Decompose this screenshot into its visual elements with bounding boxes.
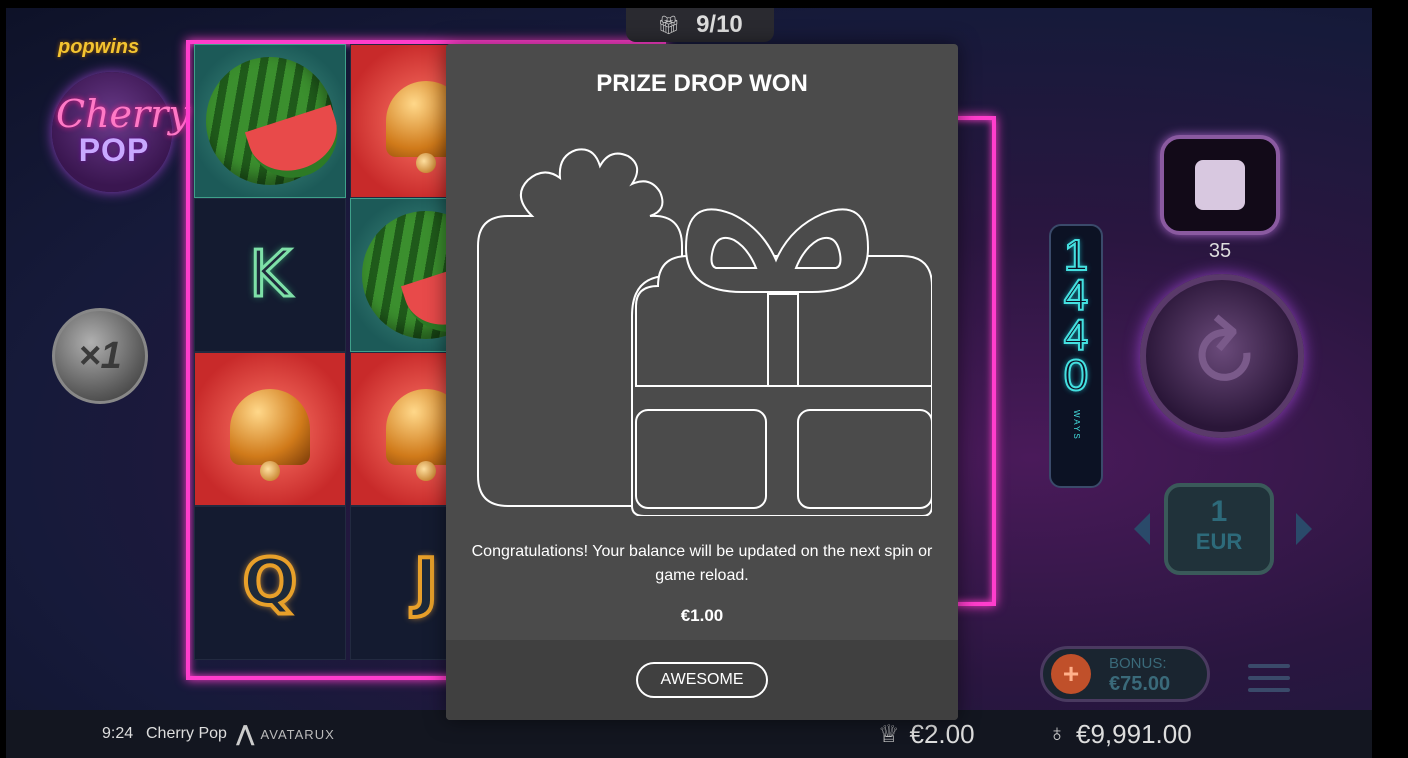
dialog-title: PRIZE DROP WON	[596, 70, 808, 97]
ways-label: WAYS	[1072, 410, 1081, 441]
provider-icon: ⋀	[236, 721, 255, 746]
game-stage: popwins Cherry POP K Q J ×1 1 4 4 0 WAYS…	[6, 8, 1372, 758]
win-amount: €2.00	[909, 718, 975, 749]
autoplay-stop-button[interactable]	[1160, 135, 1280, 235]
ways-meter: 1 4 4 0 WAYS	[1049, 224, 1103, 488]
trophy-icon: ♕	[878, 720, 900, 748]
spin-arrow-icon: ↻	[1163, 296, 1281, 416]
multiplier-coin: ×1	[52, 308, 148, 404]
game-logo: popwins Cherry POP	[52, 20, 190, 192]
bonus-label: BONUS:	[1109, 655, 1167, 672]
reel-cell-watermelon	[194, 44, 346, 198]
prize-amount: €1.00	[680, 606, 724, 625]
j-symbol: J	[412, 544, 440, 622]
hamburger-menu-icon[interactable]	[1248, 664, 1290, 700]
logo-title-pop: POP	[78, 132, 150, 168]
bell-symbol	[222, 375, 318, 483]
autoplay-count: 35	[1208, 240, 1232, 262]
dialog-footer: AWESOME	[446, 640, 958, 720]
logo-title-cherry: Cherry	[56, 92, 190, 136]
watermelon-symbol	[206, 57, 334, 185]
reel-cell-bell	[194, 352, 346, 506]
stop-icon	[1195, 160, 1245, 210]
spin-button[interactable]: ↻	[1140, 274, 1304, 438]
ways-digit: 0	[1063, 351, 1090, 400]
ways-digit: 4	[1063, 311, 1090, 360]
free-spins-counter: 🎁︎ 9/10	[626, 8, 774, 42]
ways-digit: 1	[1063, 231, 1090, 280]
bet-decrease-button[interactable]	[1134, 513, 1150, 545]
game-name: Cherry Pop	[146, 725, 227, 742]
q-symbol: Q	[241, 544, 299, 622]
prize-drop-dialog: PRIZE DROP WON Congratulations! Your bal…	[446, 44, 958, 720]
reel-cell-k: K	[194, 198, 346, 352]
balance-display: ♁ €9,991.00	[1048, 719, 1192, 750]
gift-illustration-icon	[477, 148, 932, 516]
clock: 9:24	[102, 725, 134, 742]
dialog-message: Congratulations! Your balance will be up…	[471, 543, 933, 584]
moneybag-icon: ♁	[1048, 720, 1066, 747]
balance-amount: €9,991.00	[1076, 718, 1192, 749]
win-display: ♕ €2.00	[878, 719, 975, 750]
gift-icon: 🎁︎	[657, 14, 681, 35]
ways-digit: 4	[1063, 271, 1090, 320]
bet-increase-button[interactable]	[1296, 513, 1312, 545]
provider-logo: ⋀ AVATARUX	[236, 721, 335, 747]
awesome-button[interactable]: AWESOME	[636, 662, 768, 698]
provider-name: AVATARUX	[260, 726, 335, 742]
bet-currency: EUR	[1195, 529, 1243, 554]
bet-selector[interactable]: 1 EUR	[1164, 483, 1274, 575]
bonus-button[interactable]: + BONUS: €75.00	[1040, 646, 1210, 702]
plus-icon: +	[1051, 654, 1091, 694]
reel-cell-q: Q	[194, 506, 346, 660]
free-spins-count: 9/10	[696, 11, 743, 38]
bet-value: 1	[1210, 495, 1228, 528]
k-symbol: K	[248, 237, 293, 314]
bonus-amount: €75.00	[1109, 673, 1171, 695]
brand-logo: popwins	[58, 36, 140, 58]
